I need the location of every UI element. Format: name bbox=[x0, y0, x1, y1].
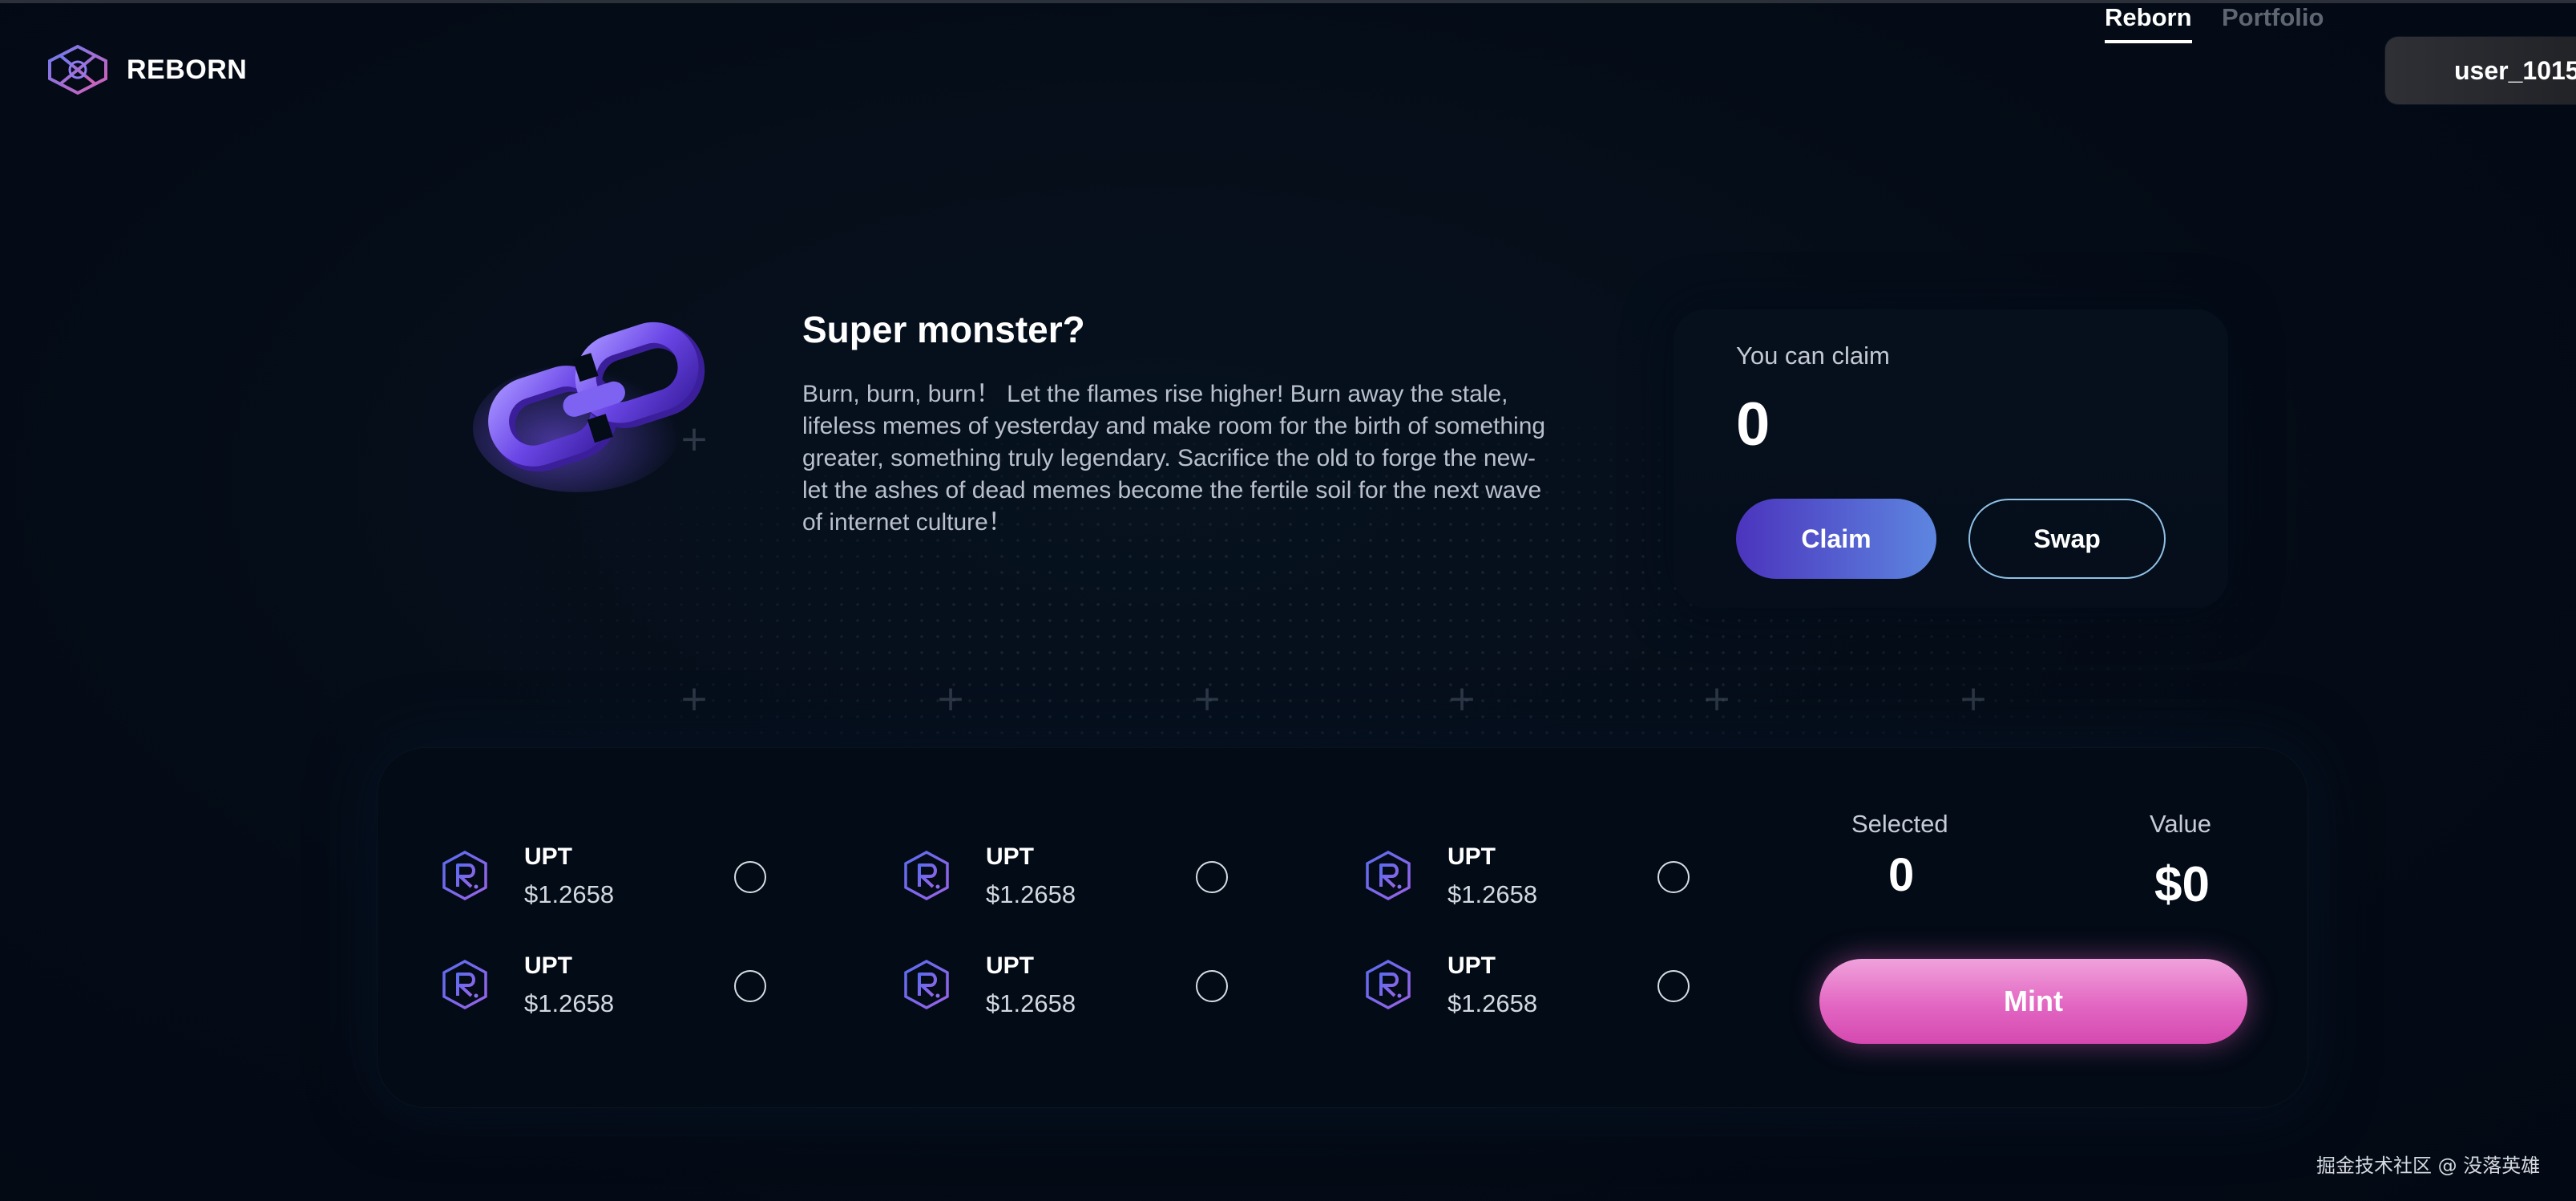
token-symbol: UPT bbox=[986, 952, 1034, 979]
grid-plus-mark: + bbox=[679, 678, 709, 719]
token-price: $1.2658 bbox=[986, 989, 1076, 1017]
token-price: $1.2658 bbox=[524, 880, 615, 908]
token-selection-panel bbox=[377, 747, 2308, 1108]
nav-reborn[interactable]: Reborn bbox=[2105, 3, 2192, 43]
claim-card: You can claim 0 Claim Swap bbox=[1674, 309, 2228, 608]
token-price: $1.2658 bbox=[1447, 880, 1538, 908]
nav-portfolio[interactable]: Portfolio bbox=[2222, 3, 2324, 32]
username: user_1015 bbox=[2454, 55, 2576, 85]
token-item[interactable]: UPT $1.2658 bbox=[1300, 834, 1690, 911]
raydium-token-icon bbox=[902, 959, 951, 1010]
watermark: 掘金技术社区 @ 没落英雄 bbox=[2316, 1154, 2541, 1177]
chain-link-3d-icon bbox=[473, 321, 705, 492]
token-select-radio[interactable] bbox=[1196, 970, 1228, 1002]
token-item[interactable]: UPT $1.2658 bbox=[838, 834, 1228, 911]
token-item[interactable]: UPT $1.2658 bbox=[838, 943, 1228, 1020]
token-price: $1.2658 bbox=[986, 880, 1076, 908]
token-select-radio[interactable] bbox=[1657, 861, 1690, 893]
reborn-logo-icon bbox=[48, 44, 107, 95]
token-select-radio[interactable] bbox=[1657, 970, 1690, 1002]
claim-button[interactable]: Claim bbox=[1736, 499, 1936, 579]
token-price: $1.2658 bbox=[1447, 989, 1538, 1017]
token-symbol: UPT bbox=[986, 843, 1034, 870]
token-item[interactable]: UPT $1.2658 bbox=[377, 834, 766, 911]
mint-button[interactable]: Mint bbox=[1819, 959, 2247, 1044]
token-price: $1.2658 bbox=[524, 989, 615, 1017]
token-select-radio[interactable] bbox=[734, 970, 766, 1002]
token-symbol: UPT bbox=[1447, 952, 1496, 979]
token-select-radio[interactable] bbox=[734, 861, 766, 893]
claim-amount: 0 bbox=[1736, 390, 1770, 459]
selected-count: 0 bbox=[1888, 849, 1915, 901]
grid-plus-mark: + bbox=[1447, 678, 1477, 719]
token-symbol: UPT bbox=[524, 843, 572, 870]
selected-label: Selected bbox=[1851, 810, 1948, 838]
raydium-token-icon bbox=[1364, 959, 1412, 1010]
raydium-token-icon bbox=[1364, 850, 1412, 901]
token-symbol: UPT bbox=[1447, 843, 1496, 870]
user-account-button[interactable]: user_1015 bbox=[2385, 37, 2576, 104]
app-root: + + + + + + + REBORN Reborn Portfolio us… bbox=[0, 0, 2576, 1201]
token-select-radio[interactable] bbox=[1196, 861, 1228, 893]
raydium-token-icon bbox=[441, 959, 489, 1010]
grid-plus-mark: + bbox=[935, 678, 966, 719]
claim-label: You can claim bbox=[1736, 342, 1890, 370]
hero-description: Burn, burn, burn！ Let the flames rise hi… bbox=[802, 381, 1546, 536]
swap-button[interactable]: Swap bbox=[1968, 499, 2166, 579]
token-item[interactable]: UPT $1.2658 bbox=[377, 943, 766, 1020]
value-amount: $0 bbox=[2154, 857, 2210, 912]
hero-illustration bbox=[473, 308, 713, 500]
token-item[interactable]: UPT $1.2658 bbox=[1300, 943, 1690, 1020]
hero-title: Super monster? bbox=[802, 309, 1085, 350]
brand-logo[interactable]: REBORN bbox=[45, 43, 247, 96]
token-symbol: UPT bbox=[524, 952, 572, 979]
raydium-token-icon bbox=[441, 850, 489, 901]
value-label: Value bbox=[2150, 810, 2211, 838]
grid-plus-mark: + bbox=[1702, 678, 1732, 719]
grid-plus-mark: + bbox=[1958, 678, 1989, 719]
raydium-token-icon bbox=[902, 850, 951, 901]
grid-plus-mark: + bbox=[1192, 678, 1222, 719]
brand-name: REBORN bbox=[127, 54, 248, 85]
